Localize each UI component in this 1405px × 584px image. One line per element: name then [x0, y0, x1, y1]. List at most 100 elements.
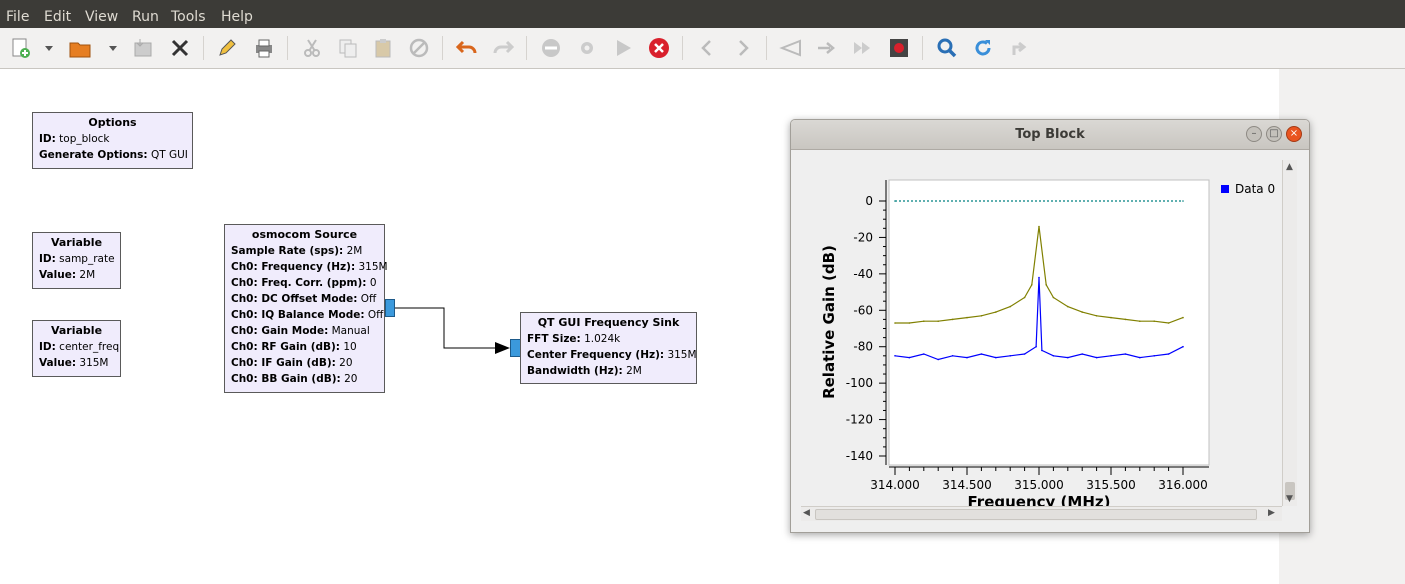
menu-run[interactable]: Run	[132, 0, 159, 28]
maximize-icon[interactable]: □	[1266, 126, 1282, 142]
block-title: Variable	[50, 324, 103, 337]
series-point-0	[1153, 355, 1155, 357]
top-block-window[interactable]: Top Block – □ × 0 -20 -40 -60 -80 -100 -120 -14…	[790, 119, 1310, 533]
menu-help[interactable]: Help	[221, 0, 253, 28]
series-point-1	[1038, 225, 1040, 228]
reload-icon[interactable]	[971, 36, 995, 60]
vertical-scrollbar[interactable]: ▲ ▼	[1282, 160, 1297, 506]
save-icon[interactable]	[131, 36, 155, 60]
dropdown-icon[interactable]	[108, 36, 118, 60]
block-value: 2M	[79, 269, 96, 281]
play-icon[interactable]	[611, 36, 635, 60]
x-tick-label: 314.500	[942, 478, 992, 492]
series-point-1	[1182, 316, 1184, 319]
minimize-icon[interactable]: –	[1246, 126, 1262, 142]
osmocom-source-block[interactable]: osmocom Source Sample Rate (sps): 2M Ch0…	[224, 224, 388, 393]
scroll-left-icon[interactable]: ◀	[803, 508, 810, 518]
qt-gui-frequency-sink-block[interactable]: QT GUI Frequency Sink FFT Size: 1.024k C…	[520, 312, 697, 384]
block-value: 10	[343, 341, 357, 353]
disable-icon[interactable]	[407, 36, 431, 60]
series-point-2	[894, 200, 896, 202]
legend-label: Data 0	[1235, 182, 1276, 196]
block-key: Bandwidth (Hz):	[527, 365, 623, 377]
series-point-0	[951, 355, 954, 357]
scroll-down-icon[interactable]: ▼	[1286, 494, 1293, 504]
block-key: ID:	[39, 341, 56, 353]
stop-icon[interactable]	[647, 36, 671, 60]
redo-alt-icon[interactable]	[1007, 36, 1031, 60]
block-value: 1.024k	[584, 333, 621, 345]
rotate-left-icon[interactable]	[779, 36, 803, 60]
rotate-right-icon[interactable]	[815, 36, 839, 60]
paste-icon[interactable]	[371, 36, 395, 60]
scroll-track[interactable]	[815, 509, 1257, 520]
y-tick-label: -40	[853, 267, 873, 281]
series-point-0	[1035, 345, 1037, 348]
legend-swatch	[1221, 185, 1229, 193]
y-tick-label: -120	[846, 413, 873, 427]
series-point-0	[937, 358, 939, 361]
dropdown-icon[interactable]	[44, 36, 54, 60]
osmocom-output-port[interactable]	[385, 299, 395, 317]
y-tick-label: -60	[853, 303, 873, 317]
open-icon[interactable]	[68, 36, 92, 60]
series-point-0	[1009, 355, 1011, 357]
series-point-1	[1124, 318, 1127, 321]
options-block[interactable]: Options ID: top_block Generate Options: …	[32, 112, 193, 169]
block-key: ID:	[39, 253, 56, 265]
menu-file[interactable]: File	[6, 0, 29, 28]
series-point-0	[908, 356, 911, 359]
variable-block-center-freq[interactable]: Variable ID: center_freq Value: 315M	[32, 320, 121, 377]
edit-icon[interactable]	[215, 36, 239, 60]
series-point-0	[1095, 356, 1098, 359]
series-point-1	[1031, 284, 1033, 286]
menu-view[interactable]: View	[85, 0, 118, 28]
block-key: Value:	[39, 357, 77, 369]
scroll-right-icon[interactable]: ▶	[1268, 508, 1275, 518]
menu-tools[interactable]: Tools	[171, 0, 206, 28]
block-value: 315M	[358, 261, 388, 273]
block-title: osmocom Source	[251, 228, 358, 241]
forward-icon[interactable]	[731, 36, 755, 60]
plot-area: 0 -20 -40 -60 -80 -100 -120 -140 314.000 314.500…	[791, 150, 1309, 532]
block-value: 20	[339, 357, 353, 369]
redo-icon[interactable]	[491, 36, 515, 60]
series-point-0	[1023, 353, 1026, 355]
new-icon[interactable]	[8, 36, 32, 60]
record-icon[interactable]	[887, 36, 911, 60]
undo-icon[interactable]	[455, 36, 479, 60]
y-tick-label: -80	[853, 340, 873, 354]
series-point-1	[1095, 315, 1098, 317]
search-icon[interactable]	[935, 36, 959, 60]
remove-icon[interactable]	[539, 36, 563, 60]
close-window-icon[interactable]: ×	[1286, 126, 1302, 142]
series-point-1	[908, 322, 911, 324]
scroll-up-icon[interactable]: ▲	[1286, 162, 1293, 172]
series-point-0	[1139, 356, 1141, 359]
settings-icon[interactable]	[575, 36, 599, 60]
y-tick-label: -20	[853, 230, 873, 244]
connection-arrow[interactable]	[395, 300, 515, 360]
series-point-0	[995, 356, 997, 359]
horizontal-scrollbar[interactable]: ◀ ▶	[801, 506, 1282, 521]
menu-edit[interactable]: Edit	[44, 0, 71, 28]
variable-block-samp-rate[interactable]: Variable ID: samp_rate Value: 2M	[32, 232, 121, 289]
back-icon[interactable]	[695, 36, 719, 60]
block-value: 2M	[346, 245, 363, 257]
window-titlebar[interactable]: Top Block – □ ×	[791, 120, 1309, 150]
print-icon[interactable]	[252, 36, 276, 60]
x-tick-label: 316.000	[1158, 478, 1208, 492]
block-value: QT GUI	[150, 149, 188, 161]
block-key: ID:	[39, 133, 56, 145]
skip-icon[interactable]	[851, 36, 875, 60]
block-title: Options	[88, 116, 137, 129]
block-value: samp_rate	[59, 253, 115, 265]
x-tick-label: 315.000	[1014, 478, 1064, 492]
series-point-0	[1167, 353, 1170, 355]
cut-icon[interactable]	[300, 36, 324, 60]
copy-icon[interactable]	[336, 36, 360, 60]
series-point-0	[1081, 353, 1083, 355]
series-point-1	[1067, 305, 1069, 308]
close-icon[interactable]	[168, 36, 192, 60]
window-title: Top Block	[1015, 127, 1085, 142]
